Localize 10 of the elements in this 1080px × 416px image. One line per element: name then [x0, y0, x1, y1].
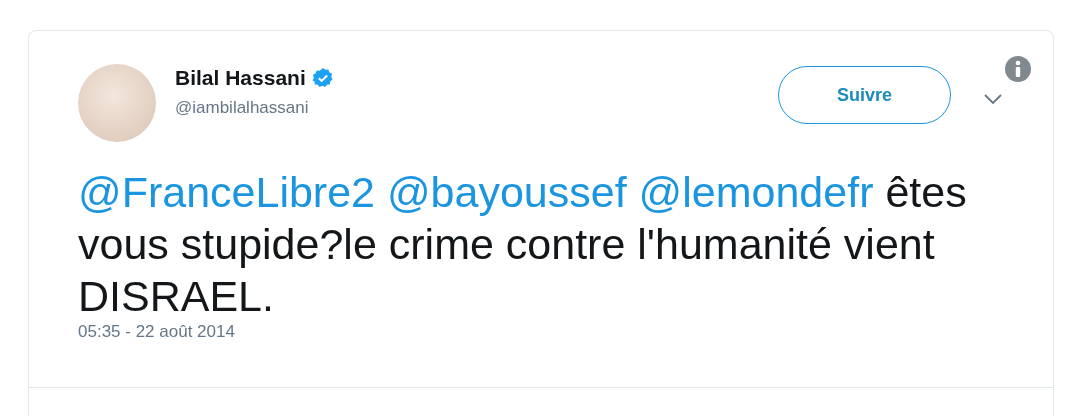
info-icon[interactable]: [1005, 56, 1031, 82]
chevron-down-icon[interactable]: [983, 93, 1003, 105]
author-name[interactable]: Bilal Hassani: [175, 66, 306, 90]
tweet-text: @FranceLibre2 @bayoussef @lemondefr êtes vous stupide?le crime contre l'humanité vient DISRAEL.: [78, 167, 968, 322]
tweet-timestamp[interactable]: 05:35 - 22 août 2014: [78, 322, 235, 342]
mention-link[interactable]: @FranceLibre2: [78, 168, 387, 216]
mention-link[interactable]: @bayoussef: [386, 168, 639, 216]
follow-button[interactable]: Suivre: [778, 66, 951, 124]
mention-link[interactable]: @lemondefr: [638, 168, 874, 216]
author-handle[interactable]: @iambilalhassani: [175, 98, 334, 118]
